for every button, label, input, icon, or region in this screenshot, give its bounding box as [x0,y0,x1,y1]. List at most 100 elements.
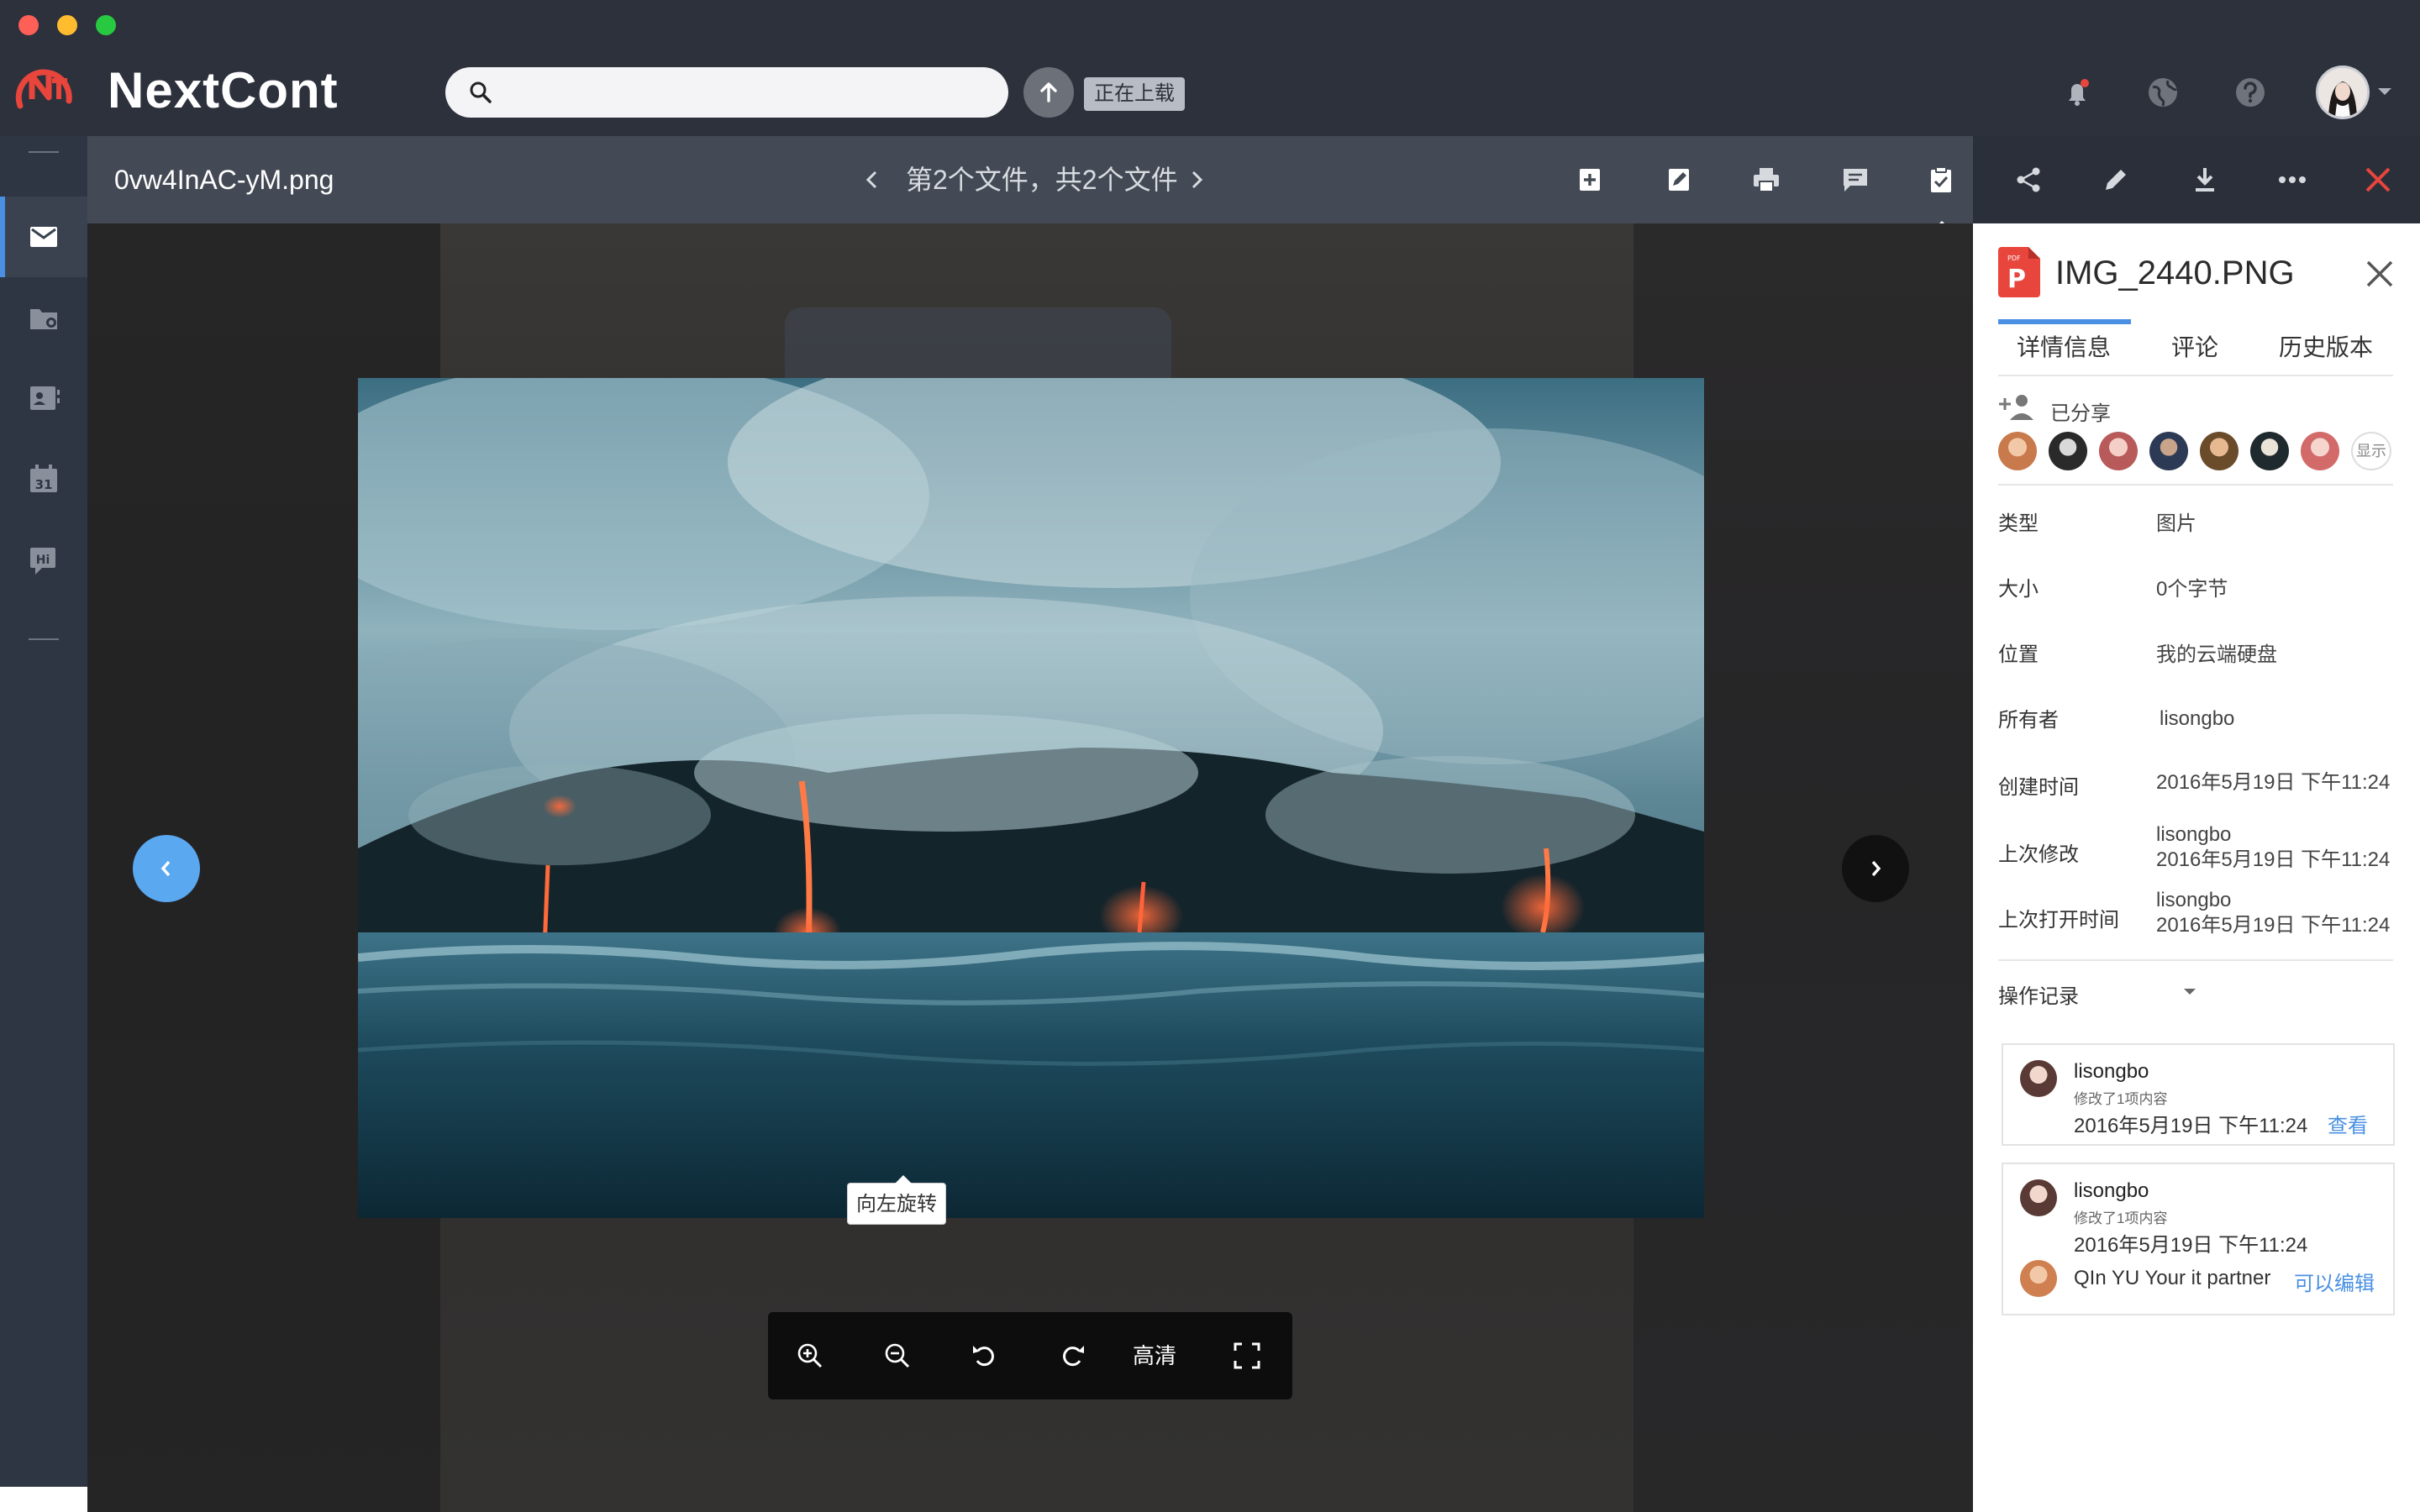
detail-key: 类型 [1998,512,2039,535]
view-change-link[interactable]: 查看 [2328,1109,2368,1138]
shared-row: 已分享 [1998,391,2111,425]
search-box[interactable] [445,67,1008,118]
nav-drive[interactable] [0,277,87,358]
tab-history[interactable]: 历史版本 [2279,331,2373,365]
detail-row-location: 位置 我的云端硬盘 [1998,635,2402,677]
close-icon [2366,260,2393,287]
add-note-button[interactable] [1568,158,1612,202]
upload-arrow-icon [1040,82,1057,102]
chevron-left-icon [160,860,171,877]
image-stage: 高清 [87,223,1973,1512]
upload-button[interactable] [1023,67,1074,118]
log-user: lisongbo [2074,1060,2149,1083]
detail-value: lisongbo [2160,707,2235,730]
tab-comments[interactable]: 评论 [2171,331,2218,365]
detail-row-size: 大小 0个字节 [1998,570,2402,612]
shared-user-avatar[interactable] [2200,432,2238,470]
edit-note-button[interactable] [1657,158,1701,202]
add-note-icon [1580,169,1600,191]
file-type-icon: P PDF [1998,247,2040,297]
detail-key: 上次修改 [1998,843,2079,866]
notification-button[interactable] [2052,67,2102,118]
download-button[interactable] [2183,158,2227,202]
window-zoom-dot[interactable] [96,15,116,35]
prev-image-button[interactable] [133,835,200,902]
fullscreen-icon [1234,1342,1260,1369]
shared-user-avatar[interactable] [2301,432,2339,470]
window-close-dot[interactable] [18,15,39,35]
language-button[interactable] [2138,67,2188,118]
share-button[interactable] [2007,158,2050,202]
comment-button[interactable] [1833,158,1877,202]
chevron-down-icon[interactable] [2183,988,2196,996]
nav-contacts[interactable] [0,358,87,438]
permission-link[interactable]: 可以编辑 [2294,1267,2375,1296]
rotate-left-icon [973,1346,994,1367]
user-avatar[interactable] [2316,66,2370,119]
app-header: NextCont 正在上载 [0,0,2420,136]
detail-value: 图片 [2156,512,2196,535]
log-time: 2016年5月19日 下午11:24 [2074,1234,2308,1257]
print-button[interactable] [1744,158,1788,202]
help-button[interactable] [2225,67,2275,118]
pager-text: 第2个文件，共2个文件 [906,165,1178,195]
globe-icon [2149,78,2178,107]
next-image-button[interactable] [1842,835,1909,902]
zoom-toolbar: 高清 [768,1312,1292,1399]
activity-log-title[interactable]: 操作记录 [1998,979,2079,1009]
close-viewer-button[interactable] [2356,158,2400,202]
show-more-shared-button[interactable]: 显示 [2351,432,2391,470]
chevron-left-icon [865,171,877,189]
detail-row-owner: 所有者 lisongbo [1998,701,2402,743]
rotate-right-button[interactable] [1050,1334,1094,1378]
svg-text:P: P [2007,265,2026,294]
detail-row-opened: 上次打开时间 lisongbo 2016年5月19日 下午11:24 [1998,889,2402,948]
next-file-button[interactable] [1178,161,1215,198]
share-icon [2017,167,2040,192]
detail-row-created: 创建时间 2016年5月19日 下午11:24 [1998,766,2402,808]
zoom-out-button[interactable] [876,1334,919,1378]
detail-value: 2016年5月19日 下午11:24 [2156,771,2391,794]
edit-note-icon [1669,169,1689,191]
zoom-in-icon [797,1343,823,1368]
more-icon [2279,176,2306,183]
detail-value: 2016年5月19日 下午11:24 [2156,848,2391,871]
active-tab-indicator [1998,319,2131,324]
fullscreen-button[interactable] [1225,1334,1269,1378]
rotate-left-button[interactable] [963,1334,1007,1378]
logo-icon [12,59,77,113]
svg-text:31: 31 [35,477,53,492]
close-panel-button[interactable] [2361,255,2398,292]
shared-user-avatar[interactable] [1998,432,2037,470]
more-button[interactable] [2270,158,2314,202]
help-icon [2236,78,2265,107]
shared-user-avatar[interactable] [2149,432,2188,470]
shared-user-avatar[interactable] [2099,432,2138,470]
hd-toggle[interactable]: 高清 [1133,1337,1176,1374]
shared-user-avatar[interactable] [2049,432,2087,470]
chevron-down-icon[interactable] [2376,86,2393,97]
nav-chat[interactable]: Hi [0,519,87,600]
activity-log-entry: lisongbo 修改了1项内容 2016年5月19日 下午11:24 查看 [2002,1043,2395,1146]
collaborator-avatar [2020,1260,2057,1297]
rail-footer [0,1487,87,1512]
shared-user-avatar[interactable] [2250,432,2289,470]
rail-divider [29,638,59,640]
rail-divider [29,151,59,153]
edit-button[interactable] [2094,158,2138,202]
zoom-in-button[interactable] [788,1334,832,1378]
search-input[interactable] [511,74,981,111]
detail-row-modified: 上次修改 lisongbo 2016年5月19日 下午11:24 [1998,823,2402,882]
calendar-icon: 31 [30,465,57,492]
nav-mail[interactable] [0,197,87,277]
log-avatar [2020,1060,2057,1097]
tab-details[interactable]: 详情信息 [2017,331,2111,365]
log-action: 修改了1项内容 [2074,1091,2168,1107]
log-action: 修改了1项内容 [2074,1210,2168,1226]
prev-file-button[interactable] [854,161,891,198]
add-person-icon [1999,395,2033,420]
review-button[interactable] [1919,158,1963,202]
window-minimize-dot[interactable] [57,15,77,35]
bell-icon [2069,79,2089,106]
nav-calendar[interactable]: 31 [0,438,87,519]
